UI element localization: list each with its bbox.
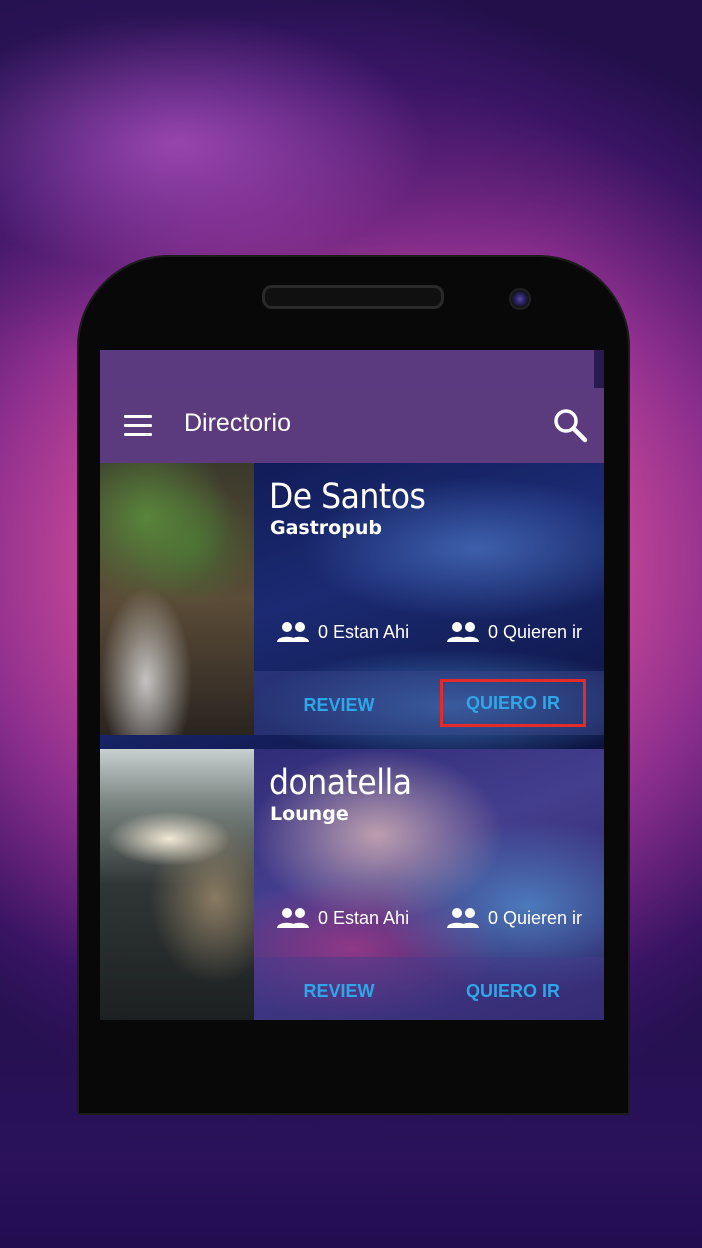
stat-want-label: 0 Quieren ir xyxy=(488,621,583,642)
venue-photo xyxy=(100,749,254,1020)
venue-type: Lounge xyxy=(270,803,349,825)
people-icon xyxy=(277,622,309,642)
stat-here-label: 0 Estan Ahi xyxy=(318,907,410,928)
search-icon[interactable] xyxy=(552,407,588,443)
people-icon xyxy=(447,908,479,928)
card-actions: REVIEW QUIERO IR xyxy=(254,957,604,1020)
app-bar: Directorio xyxy=(100,388,604,463)
phone-speaker xyxy=(262,285,444,309)
stat-want: 0 Quieren ir xyxy=(446,621,582,643)
venue-name: De Santos xyxy=(269,477,426,517)
quiero-ir-button[interactable]: QUIERO IR xyxy=(440,971,586,1011)
phone-camera xyxy=(509,288,531,310)
venue-photo xyxy=(100,463,254,735)
stat-here: 0 Estan Ahi xyxy=(276,621,409,643)
status-bar xyxy=(100,350,594,388)
venue-card[interactable]: De Santos Gastropub 0 Estan Ahi 0 Quiere… xyxy=(100,463,604,749)
people-icon xyxy=(447,622,479,642)
phone-screen: Directorio De Santos Gastropub 0 Estan A… xyxy=(100,350,604,1020)
review-button[interactable]: REVIEW xyxy=(284,971,394,1011)
stat-want-label: 0 Quieren ir xyxy=(488,907,583,928)
people-icon xyxy=(277,908,309,928)
hamburger-menu-icon[interactable] xyxy=(124,415,152,436)
venue-name: donatella xyxy=(269,763,412,803)
quiero-ir-button[interactable]: QUIERO IR xyxy=(440,679,586,727)
venue-card[interactable]: donatella Lounge 0 Estan Ahi 0 Quieren i… xyxy=(100,749,604,1020)
card-actions: REVIEW QUIERO IR xyxy=(254,671,604,735)
review-button[interactable]: REVIEW xyxy=(284,685,394,725)
stat-want: 0 Quieren ir xyxy=(446,907,582,929)
stat-here: 0 Estan Ahi xyxy=(276,907,409,929)
page-title: Directorio xyxy=(184,409,291,437)
stat-here-label: 0 Estan Ahi xyxy=(318,621,410,642)
venue-type: Gastropub xyxy=(270,517,382,539)
